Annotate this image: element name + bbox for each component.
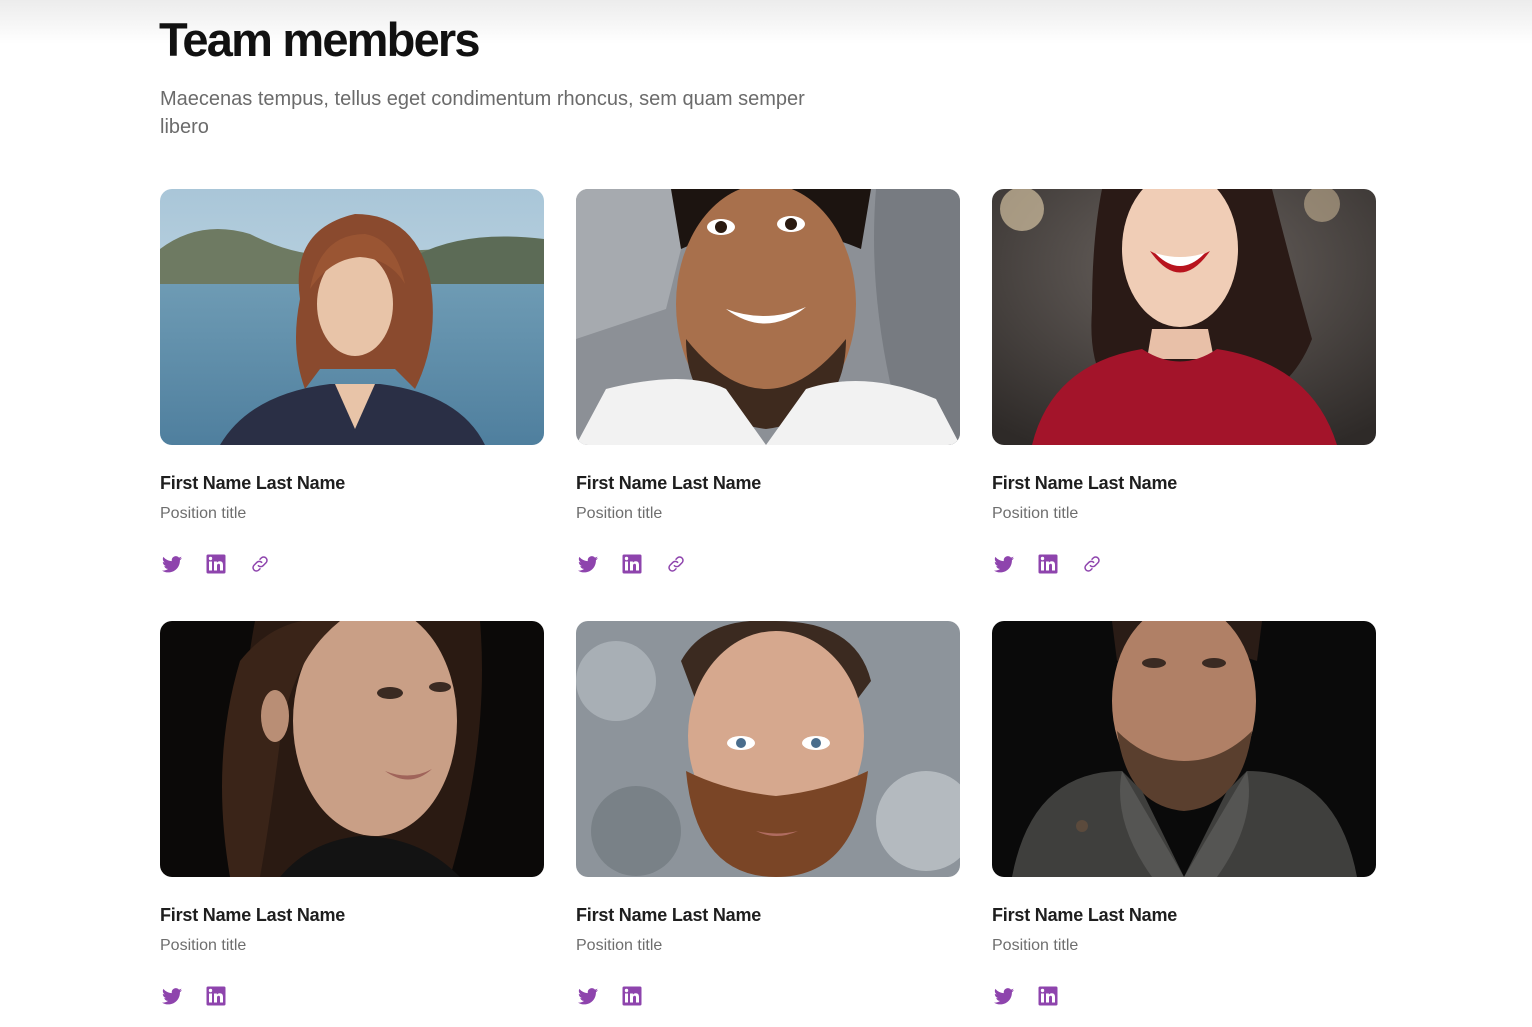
- social-links: [160, 984, 228, 1008]
- twitter-icon[interactable]: [992, 552, 1016, 576]
- linkedin-icon[interactable]: [1036, 552, 1060, 576]
- team-member-card: First Name Last Name Position title: [160, 621, 544, 1006]
- member-position: Position title: [576, 937, 663, 954]
- linkedin-icon[interactable]: [204, 984, 228, 1008]
- member-position: Position title: [576, 505, 663, 522]
- social-links: [992, 984, 1060, 1008]
- linkedin-icon[interactable]: [1036, 984, 1060, 1008]
- team-member-card: First Name Last Name Position title: [992, 621, 1376, 1006]
- member-name: First Name Last Name: [992, 905, 1178, 925]
- member-name: First Name Last Name: [992, 473, 1178, 493]
- linkedin-icon[interactable]: [620, 984, 644, 1008]
- member-photo: [992, 189, 1376, 445]
- social-links: [992, 552, 1104, 576]
- member-photo: [992, 621, 1376, 877]
- page-title: Team members: [159, 13, 481, 66]
- member-photo: [576, 189, 960, 445]
- social-links: [576, 552, 688, 576]
- member-photo: [160, 621, 544, 877]
- twitter-icon[interactable]: [576, 984, 600, 1008]
- twitter-icon[interactable]: [992, 984, 1016, 1008]
- member-name: First Name Last Name: [160, 905, 346, 925]
- link-icon[interactable]: [664, 552, 688, 576]
- page-subtitle: Maecenas tempus, tellus eget condimentum…: [160, 88, 805, 138]
- member-name: First Name Last Name: [576, 905, 762, 925]
- member-position: Position title: [160, 937, 247, 954]
- member-position: Position title: [160, 505, 247, 522]
- linkedin-icon[interactable]: [204, 552, 228, 576]
- member-position: Position title: [992, 937, 1079, 954]
- member-photo: [160, 189, 544, 445]
- member-name: First Name Last Name: [576, 473, 762, 493]
- linkedin-icon[interactable]: [620, 552, 644, 576]
- member-position: Position title: [992, 505, 1079, 522]
- twitter-icon[interactable]: [160, 984, 184, 1008]
- social-links: [160, 552, 272, 576]
- member-name: First Name Last Name: [160, 473, 346, 493]
- twitter-icon[interactable]: [576, 552, 600, 576]
- team-member-card: First Name Last Name Position title: [576, 189, 960, 574]
- team-grid: First Name Last Name Position title Firs…: [160, 189, 1376, 1006]
- link-icon[interactable]: [248, 552, 272, 576]
- social-links: [576, 984, 644, 1008]
- team-member-card: First Name Last Name Position title: [992, 189, 1376, 574]
- member-photo: [576, 621, 960, 877]
- twitter-icon[interactable]: [160, 552, 184, 576]
- team-member-card: First Name Last Name Position title: [160, 189, 544, 574]
- team-member-card: First Name Last Name Position title: [576, 621, 960, 1006]
- link-icon[interactable]: [1080, 552, 1104, 576]
